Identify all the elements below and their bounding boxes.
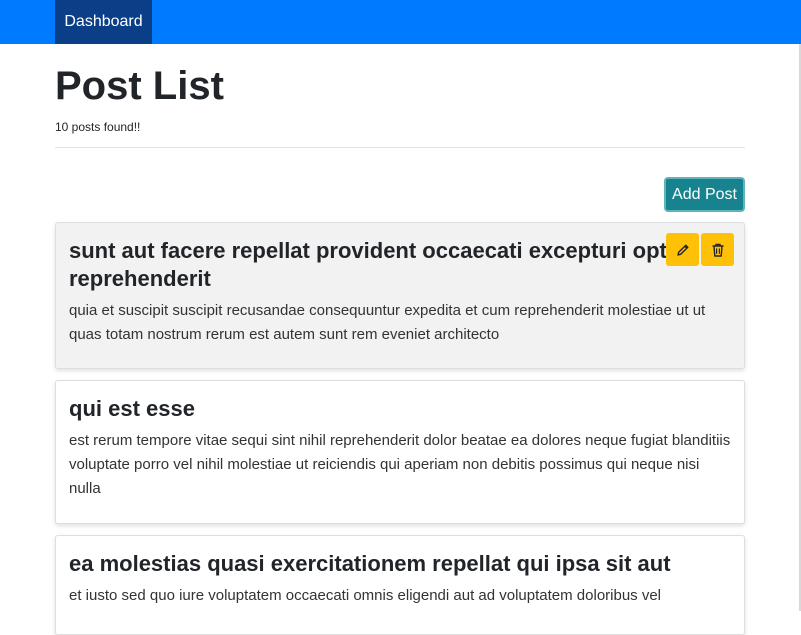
navbar: Dashboard [0, 0, 801, 44]
post-body: quia et suscipit suscipit recusandae con… [69, 302, 706, 343]
pencil-icon [676, 244, 688, 256]
nav-dashboard-link[interactable]: Dashboard [55, 0, 152, 44]
add-post-button[interactable]: Add Post [664, 177, 745, 212]
post-card[interactable]: ea molestias quasi exercitationem repell… [55, 535, 745, 635]
delete-post-button[interactable] [701, 233, 734, 266]
post-body: est rerum tempore vitae sequi sint nihil… [69, 432, 731, 497]
post-card[interactable]: sunt aut facere repellat provident occae… [55, 222, 745, 369]
posts-count: 10 posts found!! [55, 120, 141, 134]
trash-icon [712, 243, 723, 257]
divider [55, 147, 745, 148]
post-body: et iusto sed quo iure voluptatem occaeca… [69, 587, 662, 604]
page-title: Post List [55, 64, 224, 108]
post-card[interactable]: qui est esse est rerum tempore vitae seq… [55, 380, 745, 524]
post-title: sunt aut facere repellat provident occae… [69, 238, 687, 291]
edit-post-button[interactable] [666, 233, 699, 266]
post-title: qui est esse [69, 396, 195, 421]
post-title: ea molestias quasi exercitationem repell… [69, 551, 671, 576]
